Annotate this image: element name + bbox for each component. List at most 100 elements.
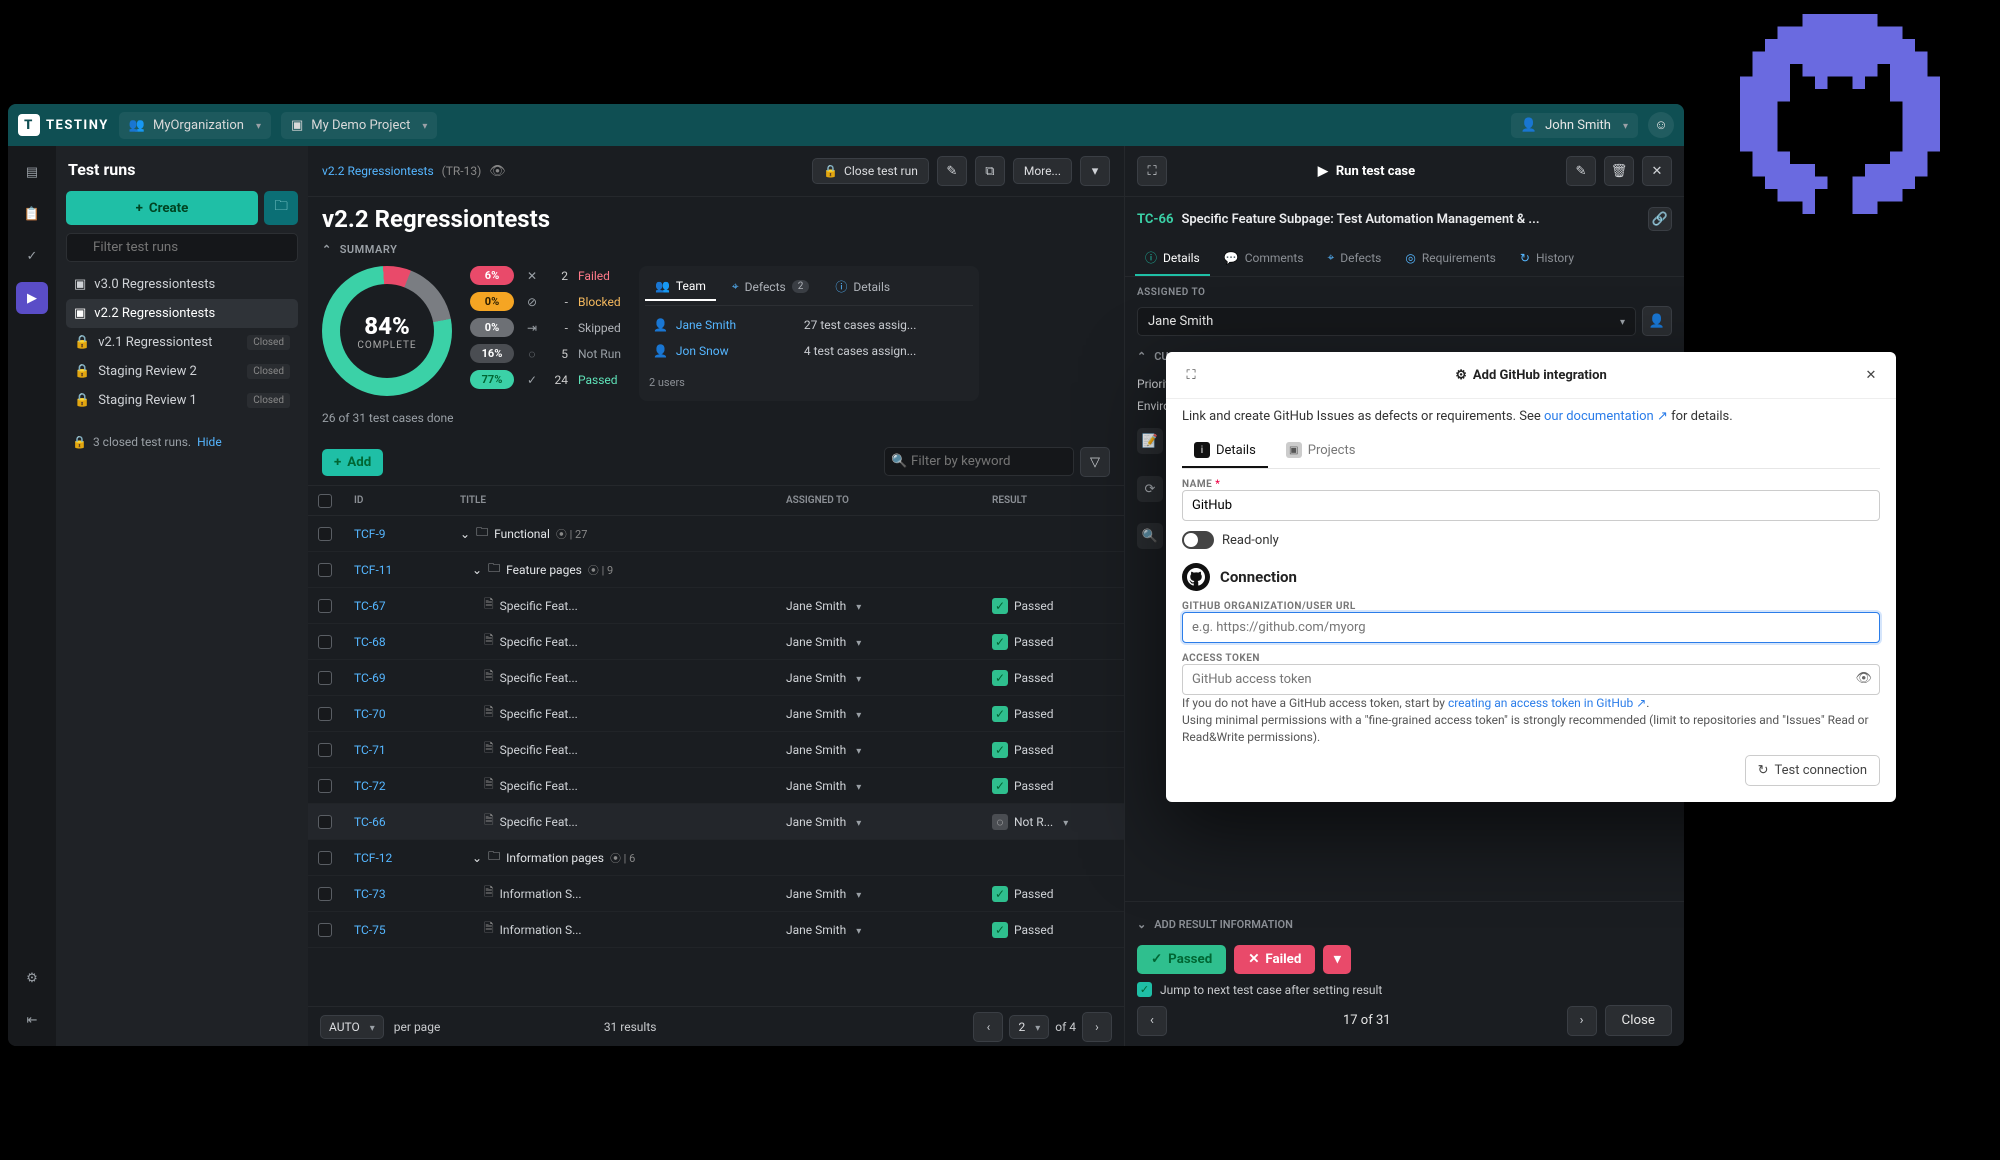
modal-expand-button[interactable]: ⛶ [1178,362,1204,388]
tc-id-link[interactable]: TCF-12 [354,851,424,865]
row-checkbox[interactable] [318,851,332,865]
table-row[interactable]: TC-67🗎Specific Feat...Jane Smith✓Passed [308,588,1124,624]
rp-tab-details[interactable]: ⓘDetails [1135,241,1210,276]
result-cell[interactable]: ✓Passed [992,634,1124,650]
run-item[interactable]: 🔒v2.1 RegressiontestClosed [66,328,298,357]
expand-button[interactable]: ⛶ [1137,156,1167,186]
table-row[interactable]: TC-75🗎Information S...Jane Smith✓Passed [308,912,1124,948]
integration-name-input[interactable] [1182,490,1880,521]
create-token-link[interactable]: creating an access token in GitHub ↗ [1448,696,1646,710]
watch-icon[interactable]: 👁 [489,164,506,179]
modal-tab-projects[interactable]: ▣Projects [1274,434,1368,468]
tc-id-link[interactable]: TC-66 [354,815,424,829]
filter-options-button[interactable]: ▽ [1080,447,1110,477]
nav-testruns[interactable]: ▶ [16,282,48,314]
run-item[interactable]: 🔒Staging Review 2Closed [66,357,298,386]
table-row[interactable]: TC-66🗎Specific Feat...Jane Smith◌Not R..… [308,804,1124,840]
tc-id-link[interactable]: TCF-9 [354,527,424,541]
page-select[interactable]: 2 [1009,1015,1049,1039]
assign-caret[interactable] [852,707,861,721]
feedback-button[interactable]: ☺ [1648,112,1674,138]
row-checkbox[interactable] [318,707,332,721]
col-result[interactable]: RESULT [992,495,1124,506]
result-cell[interactable]: ✓Passed [992,778,1124,794]
table-row[interactable]: TCF-11⌄🗀Feature pages ⦿ | 9 [308,552,1124,588]
table-row[interactable]: TC-70🗎Specific Feat...Jane Smith✓Passed [308,696,1124,732]
org-selector[interactable]: 👥 MyOrganization [119,112,271,139]
user-menu[interactable]: 👤 John Smith [1511,113,1638,138]
run-item[interactable]: ▣v2.2 Regressiontests [66,299,298,328]
select-all-checkbox[interactable] [318,494,332,508]
page-next[interactable]: › [1082,1012,1112,1042]
result-more-button[interactable]: ▾ [1323,945,1351,974]
tc-id-link[interactable]: TC-68 [354,635,424,649]
result-cell[interactable]: ✓Passed [992,706,1124,722]
add-testcase-button[interactable]: +Add [322,449,383,476]
col-id[interactable]: ID [354,495,424,506]
row-checkbox[interactable] [318,563,332,577]
tc-prev[interactable]: ‹ [1137,1006,1167,1036]
close-run-button[interactable]: 🔒Close test run [812,158,929,184]
row-checkbox[interactable] [318,779,332,793]
table-row[interactable]: TC-69🗎Specific Feat...Jane Smith✓Passed [308,660,1124,696]
chevron-down-icon[interactable]: ⌄ [472,851,482,865]
edit-button[interactable]: ✎ [937,156,967,186]
create-run-button[interactable]: +Create [66,191,258,225]
jump-checkbox[interactable]: ✓ [1137,982,1152,997]
tab-details[interactable]: ⓘDetails [825,272,900,301]
assign-caret[interactable] [852,671,861,685]
result-cell[interactable]: ✓Passed [992,670,1124,686]
table-row[interactable]: TC-68🗎Specific Feat...Jane Smith✓Passed [308,624,1124,660]
result-cell[interactable]: ✓Passed [992,742,1124,758]
team-user-link[interactable]: Jon Snow [676,344,796,358]
col-assigned[interactable]: ASSIGNED TO [786,495,986,506]
tc-id-link[interactable]: TCF-11 [354,563,424,577]
tc-id-link[interactable]: TC-71 [354,743,424,757]
nav-clipboard[interactable]: 📋 [16,198,48,230]
assign-caret[interactable] [852,635,861,649]
more-caret[interactable]: ▾ [1080,156,1110,186]
project-selector[interactable]: ▣ My Demo Project [281,112,437,139]
col-title[interactable]: TITLE [460,495,780,506]
tc-id-link[interactable]: TC-75 [354,923,424,937]
per-page-select[interactable]: AUTO [320,1015,384,1039]
result-passed-button[interactable]: ✓Passed [1137,945,1226,974]
breadcrumb-link[interactable]: v2.2 Regressiontests [322,164,434,178]
assigned-select[interactable]: Jane Smith [1137,307,1636,336]
filter-runs-input[interactable] [66,233,298,262]
nav-dashboard[interactable]: ▤ [16,156,48,188]
tab-defects[interactable]: ⌖Defects2 [722,272,819,301]
table-row[interactable]: TC-73🗎Information S...Jane Smith✓Passed [308,876,1124,912]
modal-tab-details[interactable]: iDetails [1182,434,1268,468]
row-checkbox[interactable] [318,743,332,757]
tc-id-link[interactable]: TC-73 [354,887,424,901]
result-cell[interactable]: ✓Passed [992,598,1124,614]
page-prev[interactable]: ‹ [973,1012,1003,1042]
row-checkbox[interactable] [318,599,332,613]
assign-caret[interactable] [852,599,861,613]
assign-caret[interactable] [852,887,861,901]
add-result-toggle[interactable]: ⌄ADD RESULT INFORMATION [1137,912,1672,937]
hide-closed-link[interactable]: Hide [197,435,222,449]
access-token-input[interactable] [1182,664,1880,695]
table-row[interactable]: TCF-12⌄🗀Information pages ⦿ | 6 [308,840,1124,876]
row-checkbox[interactable] [318,923,332,937]
nav-collapse[interactable]: ⇤ [16,1004,48,1036]
row-checkbox[interactable] [318,635,332,649]
table-row[interactable]: TCF-9⌄🗀Functional ⦿ | 27 [308,516,1124,552]
modal-close-button[interactable]: ✕ [1858,362,1884,388]
rp-tab-comments[interactable]: 💬Comments [1214,241,1314,276]
assign-caret[interactable] [852,815,861,829]
assign-caret[interactable] [852,743,861,757]
nav-settings[interactable]: ⚙ [16,962,48,994]
run-item[interactable]: ▣v3.0 Regressiontests [66,270,298,299]
table-row[interactable]: TC-72🗎Specific Feat...Jane Smith✓Passed [308,768,1124,804]
tc-id-link[interactable]: TC-69 [354,671,424,685]
row-checkbox[interactable] [318,527,332,541]
result-cell[interactable]: ✓Passed [992,886,1124,902]
tc-id-link[interactable]: TC-67 [354,599,424,613]
test-connection-button[interactable]: ↻Test connection [1745,755,1880,786]
rp-tab-defects[interactable]: ⌖Defects [1318,241,1392,276]
tab-team[interactable]: 👥Team [645,272,716,301]
rp-tab-history[interactable]: ↻History [1510,241,1584,276]
